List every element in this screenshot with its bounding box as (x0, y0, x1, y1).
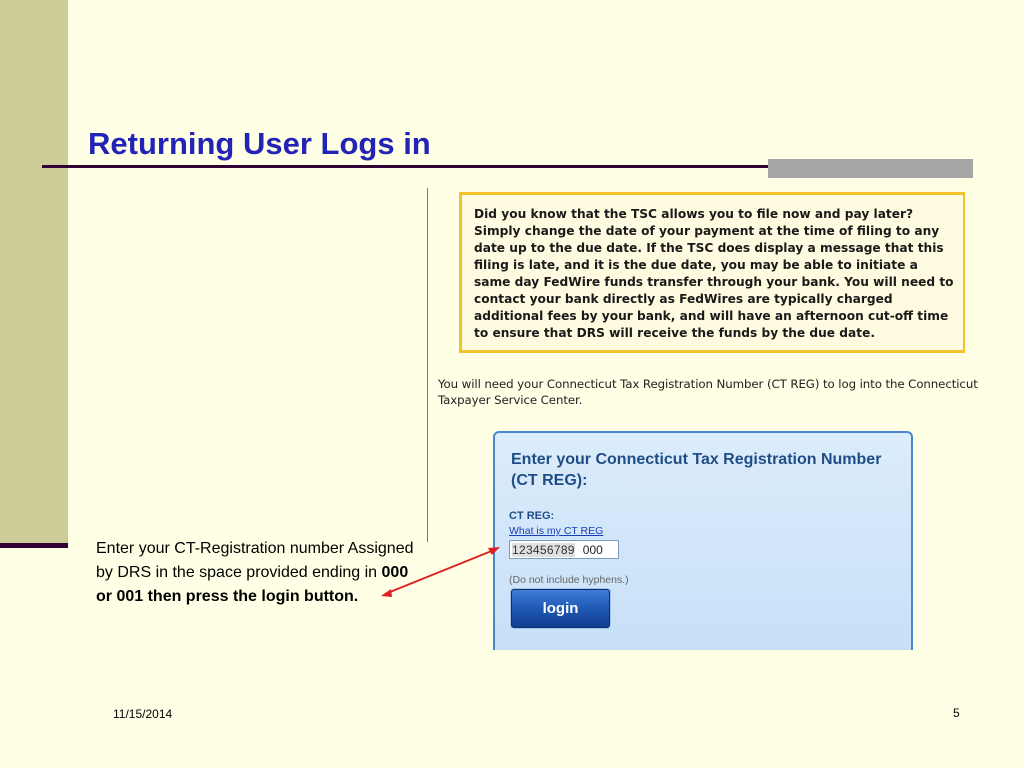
ct-reg-input-suffix: 000 (582, 542, 603, 557)
intro-instructions: You will need your Connecticut Tax Regis… (438, 377, 978, 407)
page-number: 5 (953, 706, 960, 720)
hyphen-note: (Do not include hyphens.) (509, 574, 629, 586)
footer-date: 11/15/2014 (113, 707, 173, 721)
ct-reg-label: CT REG: (509, 510, 555, 522)
login-panel-heading: Enter your Connecticut Tax Registration … (511, 451, 882, 489)
screenshot-divider (427, 188, 428, 542)
callout-arrow-icon (381, 547, 500, 597)
callout-plain-text: Enter your CT-Registration number Assign… (96, 540, 414, 581)
what-is-ct-reg-link[interactable]: What is my CT REG (509, 525, 603, 537)
left-decorative-rule (0, 543, 68, 548)
slide-title: Returning User Logs in (88, 126, 431, 161)
tip-notice-box: Did you know that the TSC allows you to … (459, 192, 965, 353)
login-button[interactable]: login (511, 589, 610, 628)
ct-reg-input-prefix: 123456789 (512, 542, 575, 557)
login-panel: Enter your Connecticut Tax Registration … (493, 431, 913, 650)
ct-reg-input[interactable]: 123456789 000 (509, 540, 619, 559)
left-decorative-band (0, 0, 68, 543)
callout-text: Enter your CT-Registration number Assign… (96, 537, 416, 609)
title-accent-bar (768, 159, 973, 178)
tip-text: Did you know that the TSC allows you to … (474, 207, 954, 340)
